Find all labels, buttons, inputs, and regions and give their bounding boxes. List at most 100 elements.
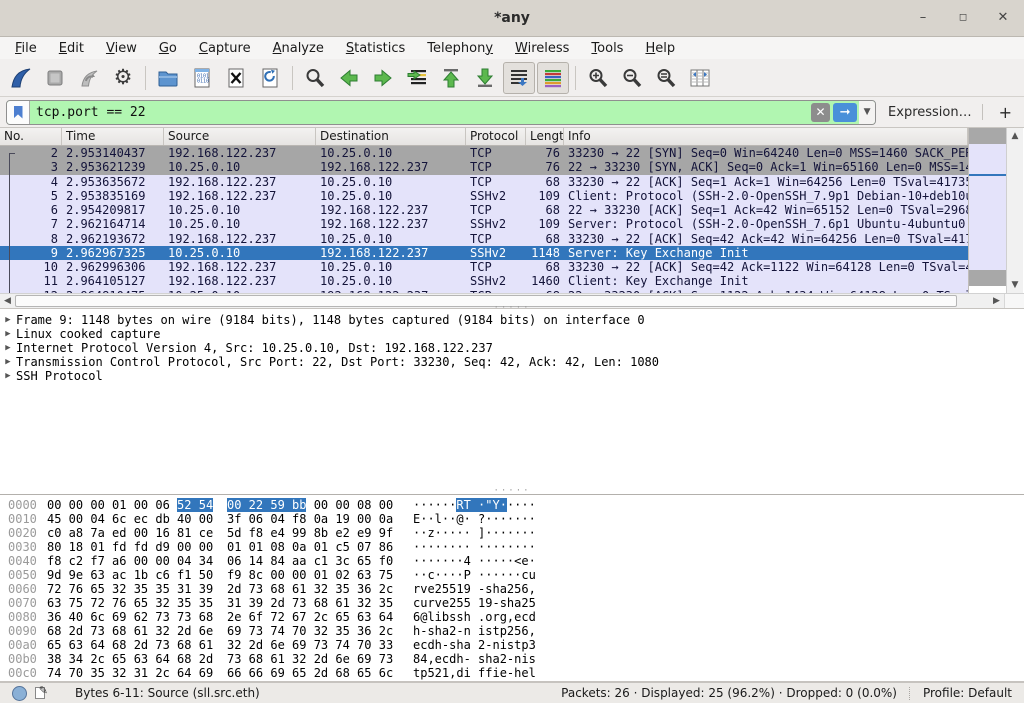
packet-row[interactable]: 42.953635672192.168.122.23710.25.0.10TCP… xyxy=(0,175,968,189)
menu-capture[interactable]: Capture xyxy=(188,39,262,58)
filter-value[interactable]: tcp.port == 22 xyxy=(30,105,811,120)
hex-ascii[interactable]: ········ ········ xyxy=(413,540,536,554)
hex-bytes-group[interactable]: 06 14 84 aa c1 3c 65 f0 xyxy=(227,554,397,568)
hex-bytes-group[interactable]: 36 40 6c 69 62 73 73 68 xyxy=(47,610,217,624)
last-packet-button[interactable] xyxy=(469,62,501,94)
capture-comment-icon[interactable]: ✎ xyxy=(33,686,47,700)
save-file-button[interactable]: 01010110 xyxy=(186,62,218,94)
menu-analyze[interactable]: Analyze xyxy=(262,39,335,58)
hex-row[interactable]: 00a065 63 64 68 2d 73 68 6132 2d 6e 69 7… xyxy=(0,638,1024,652)
stop-capture-button[interactable] xyxy=(39,62,71,94)
filter-apply-button[interactable]: ➞ xyxy=(833,103,857,122)
vertical-scrollbar[interactable]: ▲ ▼ xyxy=(1006,128,1023,293)
hex-ascii[interactable]: 6@libssh .org,ecd xyxy=(413,610,536,624)
hex-bytes-group[interactable]: c0 a8 7a ed 00 16 81 ce xyxy=(47,526,217,540)
maximize-button[interactable]: ◻ xyxy=(956,0,970,36)
first-packet-button[interactable] xyxy=(435,62,467,94)
menu-wireless[interactable]: Wireless xyxy=(504,39,580,58)
zoom-out-button[interactable] xyxy=(616,62,648,94)
find-packet-button[interactable] xyxy=(299,62,331,94)
menu-view[interactable]: View xyxy=(95,39,148,58)
hex-bytes-group[interactable]: f9 8c 00 00 01 02 63 75 xyxy=(227,568,397,582)
expand-arrow-icon[interactable]: ▶ xyxy=(0,369,16,383)
auto-scroll-button[interactable] xyxy=(503,62,535,94)
menu-statistics[interactable]: Statistics xyxy=(335,39,416,58)
packet-row[interactable]: 102.962996306192.168.122.23710.25.0.10TC… xyxy=(0,260,968,274)
hex-bytes-group[interactable]: 3f 06 04 f8 0a 19 00 0a xyxy=(227,512,397,526)
hex-bytes-group[interactable]: 63 75 72 76 65 32 35 35 xyxy=(47,596,217,610)
reload-file-button[interactable] xyxy=(254,62,286,94)
start-capture-button[interactable] xyxy=(5,62,37,94)
minimize-button[interactable]: – xyxy=(916,0,930,36)
filter-history-dropdown[interactable]: ▼ xyxy=(859,101,875,124)
hex-row[interactable]: 009068 2d 73 68 61 32 2d 6e69 73 74 70 3… xyxy=(0,624,1024,638)
hex-row[interactable]: 003080 18 01 fd fd d9 00 0001 01 08 0a 0… xyxy=(0,540,1024,554)
hex-bytes-group[interactable]: 73 68 61 32 2d 6e 69 73 xyxy=(227,652,397,666)
hex-bytes-group[interactable]: 01 01 08 0a 01 c5 07 86 xyxy=(227,540,397,554)
splitter-grip[interactable]: ····· xyxy=(493,306,530,311)
hex-bytes-group[interactable]: 45 00 04 6c ec db 40 00 xyxy=(47,512,217,526)
scroll-up-arrow-icon[interactable]: ▲ xyxy=(1007,131,1023,141)
hex-bytes-group[interactable]: 72 76 65 32 35 35 31 39 xyxy=(47,582,217,596)
hex-bytes-group[interactable]: 74 70 35 32 31 2c 64 69 xyxy=(47,666,217,680)
expand-arrow-icon[interactable]: ▶ xyxy=(0,341,16,355)
hex-bytes-group[interactable]: 80 18 01 fd fd d9 00 00 xyxy=(47,540,217,554)
colorize-button[interactable] xyxy=(537,62,569,94)
packet-row[interactable]: 112.964105127192.168.122.23710.25.0.10SS… xyxy=(0,274,968,288)
expert-info-icon[interactable] xyxy=(12,686,27,701)
hex-ascii[interactable]: ecdh-sha 2-nistp3 xyxy=(413,638,536,652)
column-header-protocol[interactable]: Protocol xyxy=(466,128,526,145)
menu-edit[interactable]: Edit xyxy=(48,39,95,58)
close-button[interactable]: ✕ xyxy=(996,0,1010,36)
close-file-button[interactable] xyxy=(220,62,252,94)
restart-capture-button[interactable] xyxy=(73,62,105,94)
hex-row[interactable]: 007063 75 72 76 65 32 35 3531 39 2d 73 6… xyxy=(0,596,1024,610)
hex-bytes-group[interactable]: 68 2d 73 68 61 32 2d 6e xyxy=(47,624,217,638)
expression-link[interactable]: Expression… xyxy=(888,105,972,120)
menu-help[interactable]: Help xyxy=(634,39,686,58)
packet-row[interactable]: 82.962193672192.168.122.23710.25.0.10TCP… xyxy=(0,232,968,246)
hex-ascii[interactable]: tp521,di ffie-hel xyxy=(413,666,536,680)
previous-packet-button[interactable] xyxy=(333,62,365,94)
hex-ascii[interactable]: ··z····· ]······· xyxy=(413,526,536,540)
packet-row[interactable]: 22.953140437192.168.122.23710.25.0.10TCP… xyxy=(0,146,968,160)
scroll-down-arrow-icon[interactable]: ▼ xyxy=(1007,280,1023,290)
hex-ascii[interactable]: 84,ecdh- sha2-nis xyxy=(413,652,536,666)
column-header-time[interactable]: Time xyxy=(62,128,164,145)
packet-row[interactable]: 122.96481047510.25.0.10192.168.122.237TC… xyxy=(0,289,968,294)
hex-row[interactable]: 001045 00 04 6c ec db 40 003f 06 04 f8 0… xyxy=(0,512,1024,526)
hex-ascii[interactable]: E··l··@· ?······· xyxy=(413,512,536,526)
hex-ascii[interactable]: h-sha2-n istp256, xyxy=(413,624,536,638)
next-packet-button[interactable] xyxy=(367,62,399,94)
expand-arrow-icon[interactable]: ▶ xyxy=(0,355,16,369)
hex-bytes-group[interactable]: 00 00 00 01 00 06 52 54 xyxy=(47,498,217,512)
horizontal-scrollbar-thumb[interactable] xyxy=(15,295,957,307)
resize-columns-button[interactable] xyxy=(684,62,716,94)
menu-telephony[interactable]: Telephony xyxy=(416,39,504,58)
capture-options-button[interactable]: ⚙ xyxy=(107,62,139,94)
splitter-grip[interactable]: ····· xyxy=(493,489,530,494)
detail-tree-item[interactable]: ▶Internet Protocol Version 4, Src: 10.25… xyxy=(0,341,1024,355)
hex-bytes-group[interactable]: 9d 9e 63 ac 1b c6 f1 50 xyxy=(47,568,217,582)
add-filter-button[interactable]: + xyxy=(993,103,1018,122)
status-profile[interactable]: Profile: Default xyxy=(923,686,1016,700)
hex-bytes-group[interactable]: 5d f8 e4 99 8b e2 e9 9f xyxy=(227,526,397,540)
packet-row[interactable]: 32.95362123910.25.0.10192.168.122.237TCP… xyxy=(0,160,968,174)
display-filter-input[interactable]: tcp.port == 22 ✕ ➞ ▼ xyxy=(6,100,876,125)
hex-ascii[interactable]: rve25519 -sha256, xyxy=(413,582,536,596)
filter-bookmark-button[interactable] xyxy=(7,101,30,124)
column-header-length[interactable]: Length xyxy=(526,128,564,145)
hex-ascii[interactable]: ·······4 ·····<e· xyxy=(413,554,536,568)
hex-bytes-group[interactable]: 2e 6f 72 67 2c 65 63 64 xyxy=(227,610,397,624)
hex-row[interactable]: 006072 76 65 32 35 35 31 392d 73 68 61 3… xyxy=(0,582,1024,596)
hex-bytes-group[interactable]: 32 2d 6e 69 73 74 70 33 xyxy=(227,638,397,652)
packet-row[interactable]: 52.953835169192.168.122.23710.25.0.10SSH… xyxy=(0,189,968,203)
hex-bytes-group[interactable]: 2d 73 68 61 32 35 36 2c xyxy=(227,582,397,596)
detail-tree-item[interactable]: ▶Linux cooked capture xyxy=(0,327,1024,341)
hex-row[interactable]: 00c074 70 35 32 31 2c 64 6966 66 69 65 2… xyxy=(0,666,1024,680)
column-header-info[interactable]: Info xyxy=(564,128,968,145)
expand-arrow-icon[interactable]: ▶ xyxy=(0,327,16,341)
detail-tree-item[interactable]: ▶Transmission Control Protocol, Src Port… xyxy=(0,355,1024,369)
open-file-button[interactable] xyxy=(152,62,184,94)
hex-ascii[interactable]: curve255 19-sha25 xyxy=(413,596,536,610)
